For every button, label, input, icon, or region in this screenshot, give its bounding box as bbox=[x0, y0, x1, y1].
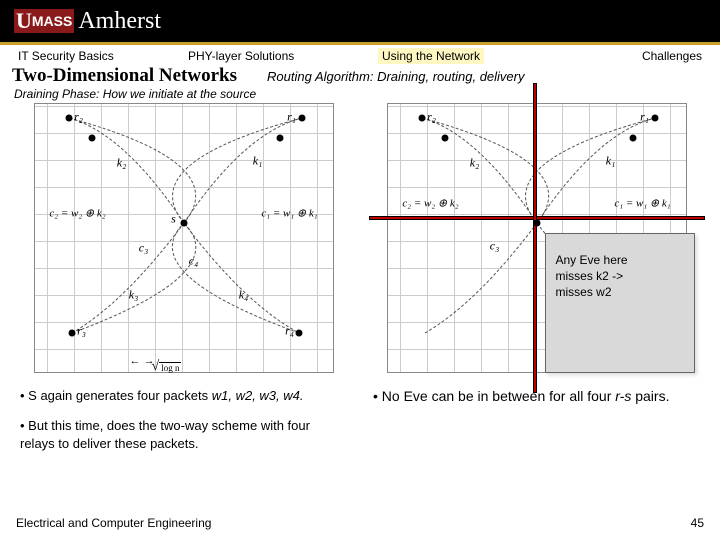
logo-amherst: Amherst bbox=[78, 8, 161, 35]
node-k2-dot bbox=[88, 135, 95, 142]
callout-line3: misses w2 bbox=[556, 284, 684, 300]
label-c3: c₃ bbox=[139, 241, 149, 256]
label-k2: k₂ bbox=[117, 156, 127, 171]
title-row: Two-Dimensional Networks Routing Algorit… bbox=[0, 65, 720, 87]
label-r1-r: r₁ bbox=[640, 110, 649, 125]
label-k1: k₁ bbox=[253, 154, 263, 169]
header-bar: U MASS Amherst bbox=[0, 0, 720, 42]
nav-tabs: IT Security Basics PHY-layer Solutions U… bbox=[0, 45, 720, 65]
node-r4 bbox=[295, 330, 302, 337]
right-column: r₂ r₁ k₂ k₁ c₃ c₂ = w₂ ⊕ k₂ c₁ = w₁ ⊕ k₁… bbox=[369, 103, 704, 454]
label-r3: r₃ bbox=[77, 324, 86, 339]
vertical-bar bbox=[533, 83, 537, 393]
phase-label: Draining Phase: How we initiate at the s… bbox=[0, 87, 720, 103]
nav-item-network-label: Using the Network bbox=[378, 48, 484, 64]
width-arrows: ← → bbox=[130, 355, 155, 367]
sqrt-annotation: √log n bbox=[152, 359, 182, 375]
node-s-r bbox=[533, 220, 540, 227]
bullet-1b: w1, w2, w3, w4. bbox=[212, 388, 304, 403]
node-k1-dot-r bbox=[629, 135, 636, 142]
footer-page: 45 bbox=[691, 516, 704, 530]
rb-text1: • No Eve can be in between for all four bbox=[373, 388, 615, 404]
label-r2: r₂ bbox=[74, 110, 83, 125]
right-diagram: r₂ r₁ k₂ k₁ c₃ c₂ = w₂ ⊕ k₂ c₁ = w₁ ⊕ k₁… bbox=[387, 103, 687, 373]
label-k2-r: k₂ bbox=[470, 156, 480, 171]
content-area: r₂ r₁ r₃ r₄ k₂ k₁ k₃ k₄ c₃ c₄ s c₂ = w₂ … bbox=[0, 103, 720, 454]
logo-u: U bbox=[16, 10, 32, 32]
nav-item-security[interactable]: IT Security Basics bbox=[12, 47, 182, 65]
node-r2 bbox=[65, 115, 72, 122]
label-k4: k₄ bbox=[239, 288, 249, 303]
node-r1-r bbox=[651, 115, 658, 122]
logo-badge: U MASS bbox=[14, 9, 74, 33]
nav-item-network[interactable]: Using the Network bbox=[372, 47, 572, 65]
node-k1-dot bbox=[276, 135, 283, 142]
label-c3-r: c₃ bbox=[490, 239, 500, 254]
label-eq-left: c₂ = w₂ ⊕ k₂ bbox=[49, 207, 105, 220]
rb-text3: pairs. bbox=[631, 388, 669, 404]
left-bullets: • S again generates four packets w1, w2,… bbox=[16, 373, 351, 454]
label-c4: c₄ bbox=[189, 254, 199, 269]
node-s bbox=[180, 220, 187, 227]
label-k1-r: k₁ bbox=[606, 154, 616, 169]
footer-left: Electrical and Computer Engineering bbox=[16, 516, 211, 530]
label-r4: r₄ bbox=[285, 324, 294, 339]
label-k3: k₃ bbox=[129, 288, 139, 303]
label-s: s bbox=[171, 212, 176, 227]
label-eq-right: c₁ = w₁ ⊕ k₁ bbox=[261, 207, 317, 220]
sqrt-text: log n bbox=[159, 362, 181, 373]
right-bullet-1: • No Eve can be in between for all four … bbox=[373, 387, 700, 406]
rb-text2: r-s bbox=[615, 388, 631, 404]
left-diagram: r₂ r₁ r₃ r₄ k₂ k₁ k₃ k₄ c₃ c₄ s c₂ = w₂ … bbox=[34, 103, 334, 373]
callout-line1: Any Eve here bbox=[556, 252, 684, 268]
node-r3 bbox=[68, 330, 75, 337]
bullet-2: • But this time, does the two-way scheme… bbox=[20, 417, 347, 453]
label-r1: r₁ bbox=[287, 110, 296, 125]
node-r2-r bbox=[418, 115, 425, 122]
footer: Electrical and Computer Engineering 45 bbox=[16, 516, 704, 530]
label-eq-left-r: c₂ = w₂ ⊕ k₂ bbox=[402, 197, 458, 210]
nav-item-phy[interactable]: PHY-layer Solutions bbox=[182, 47, 372, 65]
eve-callout: Any Eve here misses k2 -> misses w2 bbox=[545, 233, 695, 373]
logo-mass: MASS bbox=[32, 13, 72, 29]
node-r1 bbox=[298, 115, 305, 122]
page-title: Two-Dimensional Networks bbox=[12, 65, 237, 87]
bullet-1a: • S again generates four packets bbox=[20, 388, 212, 403]
node-k2-dot-r bbox=[441, 135, 448, 142]
callout-line2: misses k2 -> bbox=[556, 268, 684, 284]
nav-item-challenges[interactable]: Challenges bbox=[572, 47, 708, 65]
right-bullets: • No Eve can be in between for all four … bbox=[369, 373, 704, 406]
bullet-1: • S again generates four packets w1, w2,… bbox=[20, 387, 347, 405]
label-r2-r: r₂ bbox=[427, 110, 436, 125]
page-subtitle: Routing Algorithm: Draining, routing, de… bbox=[237, 69, 708, 84]
left-column: r₂ r₁ r₃ r₄ k₂ k₁ k₃ k₄ c₃ c₄ s c₂ = w₂ … bbox=[16, 103, 351, 454]
label-eq-right-r: c₁ = w₁ ⊕ k₁ bbox=[614, 197, 670, 210]
